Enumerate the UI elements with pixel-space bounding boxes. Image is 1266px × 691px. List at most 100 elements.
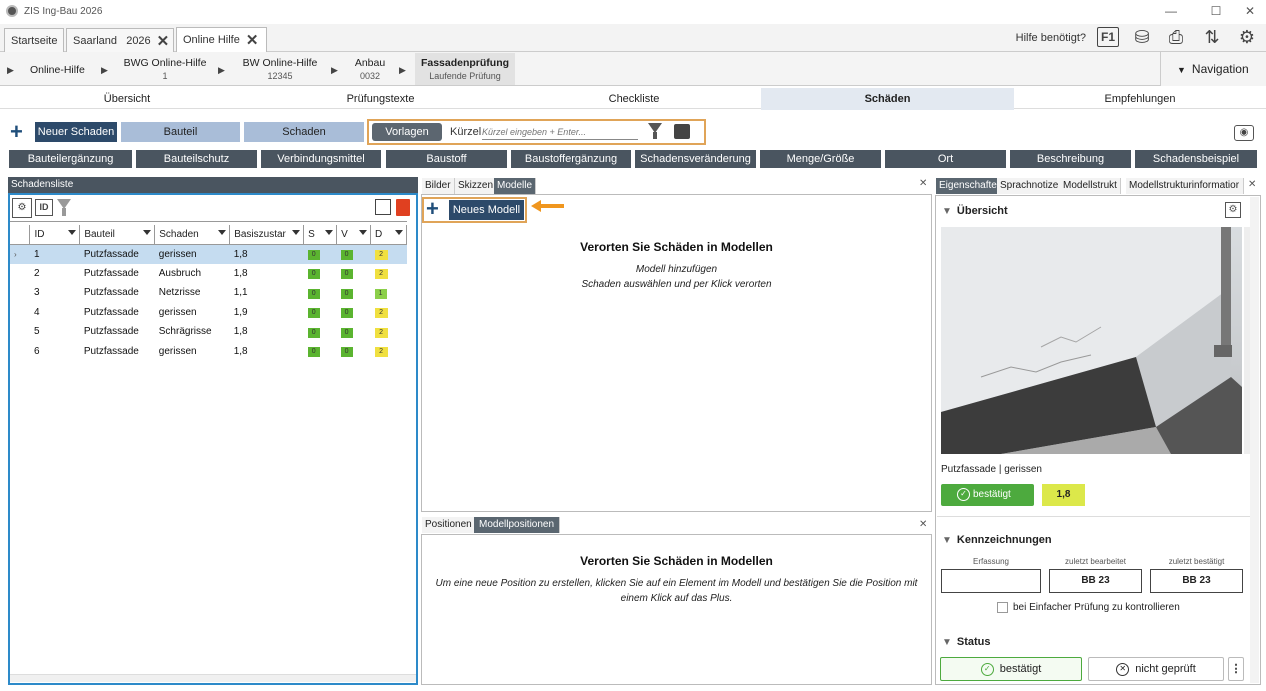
column-header[interactable]: Schaden (154, 225, 231, 245)
eye-icon[interactable]: ◉ (1234, 125, 1254, 141)
navigation-button[interactable]: ▼ Navigation (1160, 52, 1266, 86)
chevron-down-icon: ▼ (942, 206, 952, 217)
category-button[interactable]: Beschreibung (1010, 150, 1131, 168)
breadcrumb-item-active[interactable]: Fassadenprüfung Laufende Prüfung (415, 53, 515, 85)
status-section[interactable]: ▼ Status (942, 636, 991, 648)
column-header[interactable]: D (370, 225, 407, 245)
category-button[interactable]: Baustoffergänzung (511, 150, 631, 168)
horizontal-scrollbar[interactable] (10, 674, 416, 682)
breadcrumb-item[interactable]: BWG Online-Hilfe 1 (122, 57, 208, 81)
filter-icon[interactable] (218, 230, 227, 235)
x-circle-icon: ✕ (1116, 662, 1130, 676)
tab-eigenschaften[interactable]: Eigenschafte (936, 178, 1001, 194)
status-bestaetigt-button[interactable]: ✓ bestätigt (940, 657, 1082, 681)
column-header[interactable]: ID (29, 225, 81, 245)
more-icon[interactable]: ⋮ (1228, 657, 1244, 681)
column-settings-icon[interactable]: ⚙ (12, 198, 32, 218)
tab-uebersicht[interactable]: Übersicht (0, 88, 254, 110)
category-button[interactable]: Bauteilergänzung (9, 150, 132, 168)
vertical-scrollbar[interactable] (1250, 197, 1259, 683)
filter-icon[interactable] (359, 230, 368, 235)
close-icon[interactable]: ✕ (157, 32, 170, 50)
breadcrumb-item[interactable]: Online-Hilfe (30, 64, 85, 76)
column-header[interactable]: Basiszustar (229, 225, 305, 245)
filter-icon[interactable] (68, 230, 77, 235)
category-button[interactable]: Ort (885, 150, 1006, 168)
kurzel-input[interactable] (482, 124, 638, 140)
close-window-icon[interactable]: ✕ (1235, 2, 1265, 20)
settings-icon[interactable]: ⚙ (1225, 202, 1241, 218)
plus-icon[interactable]: + (10, 121, 23, 143)
cell-d: 1 (371, 283, 407, 303)
close-panel-icon[interactable]: ✕ (919, 178, 927, 189)
column-header[interactable]: V (336, 225, 372, 245)
copy-icon[interactable] (375, 199, 391, 215)
plus-icon[interactable]: + (426, 198, 439, 220)
category-button[interactable]: Bauteilschutz (136, 150, 257, 168)
maximize-icon[interactable]: ☐ (1201, 2, 1231, 20)
tab-saarland[interactable]: Saarland 2026 ✕ (66, 28, 174, 52)
trash-icon[interactable] (396, 199, 410, 216)
tab-bilder[interactable]: Bilder (422, 178, 455, 194)
cell-bauteil: Putzfassade (83, 306, 139, 318)
neues-modell-button[interactable]: Neues Modell (449, 200, 524, 220)
schaden-photo[interactable] (941, 227, 1242, 454)
print-icon[interactable]: ⎙ (1164, 26, 1188, 48)
save-icon[interactable] (674, 124, 690, 139)
column-header[interactable]: Bauteil (79, 225, 156, 245)
status-nicht-geprueft-button[interactable]: ✕ nicht geprüft (1088, 657, 1224, 681)
tab-online-hilfe[interactable]: Online Hilfe ✕ (176, 27, 267, 52)
filter-icon-stem (62, 208, 66, 216)
filter-icon[interactable] (395, 230, 403, 235)
column-header[interactable]: S (303, 225, 338, 245)
cell-schaden: gerissen (154, 244, 230, 264)
tab-positionen[interactable]: Positionen (422, 517, 476, 533)
tab-modelle[interactable]: Modelle (494, 178, 537, 194)
gear-icon[interactable]: ⚙ (1235, 26, 1259, 48)
erfassung-field[interactable] (941, 569, 1041, 593)
table-row[interactable]: 3 Putzfassade Netzrisse 1,1 0 0 1 (10, 283, 407, 303)
tab-schaeden[interactable]: Schäden (761, 88, 1014, 110)
table-row[interactable]: 5 Putzfassade Schrägrisse 1,8 0 0 2 (10, 322, 407, 342)
close-panel-icon[interactable]: ✕ (1248, 179, 1256, 190)
neuer-schaden-button[interactable]: Neuer Schaden (35, 122, 117, 142)
uebersicht-section[interactable]: ▼ Übersicht (942, 205, 1008, 217)
table-row[interactable]: 6 Putzfassade gerissen 1,8 0 0 2 (10, 342, 407, 362)
filter-icon[interactable] (292, 230, 301, 235)
breadcrumb-item[interactable]: BW Online-Hilfe 12345 (240, 57, 320, 81)
sort-icon[interactable]: ⇅ (1200, 26, 1224, 48)
category-button[interactable]: Schadensbeispiel (1135, 150, 1257, 168)
tab-empfehlungen[interactable]: Empfehlungen (1014, 88, 1266, 110)
f1-help-button[interactable]: F1 (1097, 27, 1119, 47)
bauteil-button[interactable]: Bauteil (121, 122, 240, 142)
tab-checkliste[interactable]: Checkliste (507, 88, 761, 110)
category-button[interactable]: Menge/Größe (760, 150, 881, 168)
close-panel-icon[interactable]: ✕ (919, 519, 927, 530)
positionen-title: Verorten Sie Schäden in Modellen (580, 554, 773, 568)
vorlagen-button[interactable]: Vorlagen (372, 123, 442, 141)
bestaetigt-badge[interactable]: ✓ bestätigt (941, 484, 1034, 506)
table-row[interactable]: 4 Putzfassade gerissen 1,9 0 0 2 (10, 303, 407, 323)
close-icon[interactable]: ✕ (246, 31, 259, 49)
category-button[interactable]: Baustoff (386, 150, 507, 168)
table-row[interactable]: › 1 Putzfassade gerissen 1,8 0 0 2 (10, 244, 407, 264)
tab-sprachnotizen[interactable]: Sprachnotize (997, 178, 1063, 194)
schaden-button[interactable]: Schaden (244, 122, 364, 142)
tab-startseite[interactable]: Startseite (4, 28, 64, 52)
kontrolle-checkbox[interactable] (997, 602, 1008, 613)
filter-icon[interactable] (325, 230, 334, 235)
table-row[interactable]: 2 Putzfassade Ausbruch 1,8 0 0 2 (10, 264, 407, 284)
tab-pruefungstexte[interactable]: Prüfungstexte (254, 88, 507, 110)
breadcrumb-item[interactable]: Anbau 0032 (350, 57, 390, 81)
category-button[interactable]: Verbindungsmittel (261, 150, 381, 168)
tab-modellpositionen[interactable]: Modellpositionen (474, 517, 561, 533)
database-icon[interactable]: ⛁ (1130, 26, 1154, 48)
tab-modellstrukturinformation[interactable]: Modellstrukturinformatior (1126, 178, 1244, 194)
minimize-icon[interactable]: — (1156, 2, 1186, 20)
id-button[interactable]: ID (35, 199, 53, 216)
tab-modellstruktur[interactable]: Modellstrukt (1060, 178, 1121, 194)
tab-skizzen[interactable]: Skizzen (455, 178, 498, 194)
filter-icon[interactable] (143, 230, 152, 235)
kennzeichnungen-section[interactable]: ▼ Kennzeichnungen (942, 534, 1052, 546)
category-button[interactable]: Schadensveränderung (635, 150, 756, 168)
